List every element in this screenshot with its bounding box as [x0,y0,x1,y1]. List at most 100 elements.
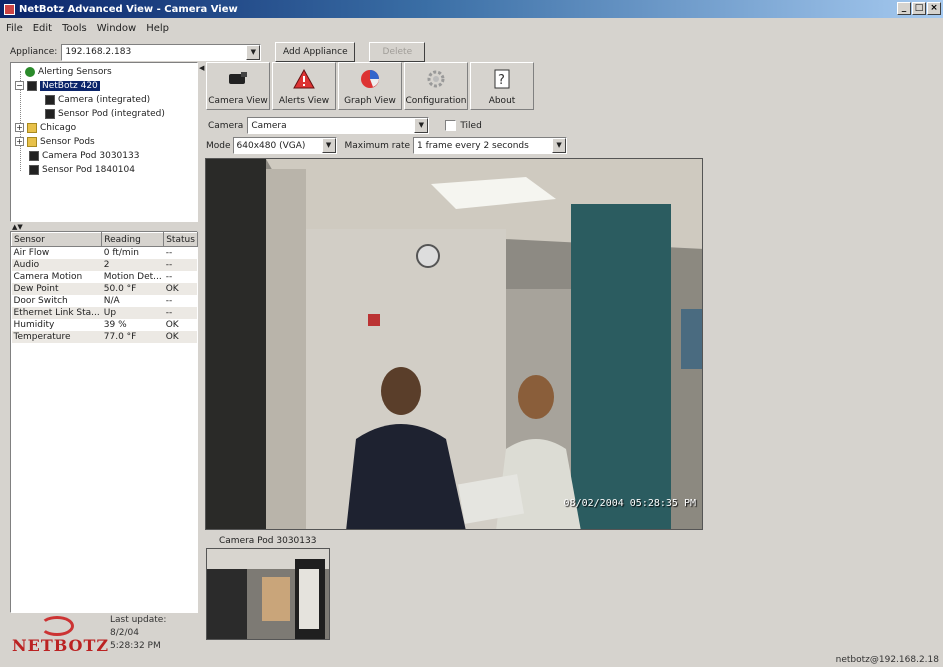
netbotz-logo: NETBOTZ [12,636,110,655]
svg-text:?: ? [498,73,505,88]
chevron-down-icon[interactable]: ▼ [321,138,336,153]
last-update: Last update: 8/2/04 5:28:32 PM [110,614,166,653]
tree-item-sensor-pods[interactable]: + Sensor Pods [15,135,95,148]
collapse-panel-icon[interactable]: ◀ [199,64,204,72]
delete-appliance-button[interactable]: Delete [369,42,426,62]
camera-label: Camera [208,120,244,131]
app-icon [4,3,15,15]
sensor-reading: N/A [103,295,120,306]
sensor-reading: 2 [101,258,164,271]
sensor-reading: Up [101,306,164,319]
tree-item-alerting[interactable]: Alerting Sensors [25,65,112,78]
appliance-label: Appliance: [10,47,58,57]
mode-row: Mode 640x480 (VGA) ▼ Maximum rate 1 fram… [206,137,568,154]
table-row[interactable]: Door Switch N/A -- [12,295,198,307]
office-scene-image [206,159,702,529]
camera-view-label: Camera View [208,96,268,106]
sensor-name: Air Flow [13,247,50,258]
alert-triangle-icon [293,68,315,90]
alerts-view-label: Alerts View [278,96,330,106]
table-row[interactable]: Ethernet Link Sta... Up -- [11,306,198,319]
configuration-button[interactable]: Configuration [404,62,468,110]
tree-item-sensor-pod[interactable]: Sensor Pod 1840104 [29,163,135,176]
tree-item-camera-pod[interactable]: Camera Pod 3030133 [29,149,139,162]
last-update-label: Last update: [110,615,167,625]
title-bar: NetBotz Advanced View - Camera View _ □ … [0,0,943,18]
column-header-reading[interactable]: Reading [101,232,165,247]
netbotz-logo-icon [40,616,74,636]
menu-help[interactable]: Help [146,23,169,34]
sensor-name: Camera Motion [13,271,83,282]
sensor-reading: 0 ft/min [103,247,139,258]
configuration-label: Configuration [405,96,467,106]
appliance-value: 192.168.2.183 [65,47,132,57]
alerts-view-button[interactable]: Alerts View [272,62,336,110]
camera-pod-image [207,549,329,639]
window-title: NetBotz Advanced View - Camera View [19,3,238,15]
camera-pod-thumbnail[interactable] [206,548,330,640]
sensor-status: OK [165,319,179,330]
mode-select[interactable]: 640x480 (VGA) ▼ [232,137,337,154]
table-row[interactable]: Humidity 39 % OK [12,319,198,331]
add-appliance-button[interactable]: Add Appliance [275,42,356,62]
table-row[interactable]: Air Flow 0 ft/min -- [12,247,198,259]
device-icon [27,80,37,91]
alert-sensor-icon [25,66,35,77]
sensor-status: -- [163,306,198,319]
splitter-arrows-icon[interactable]: ▲▼ [12,223,23,231]
camera-image[interactable]: 08/02/2004 05:28:35 PM [205,158,703,530]
appliance-tree: Alerting Sensors − NetBotz 420 Camera (i… [10,62,198,222]
folder-icon [27,136,37,147]
sensor-name: Humidity [13,319,55,330]
appliance-select[interactable]: 192.168.2.183 ▼ [61,43,262,61]
camera-selector-row: Camera Camera ▼ Tiled [208,117,482,134]
table-row[interactable]: Camera Motion Motion Det... -- [12,271,198,283]
menu-bar: File Edit Tools Window Help [0,19,943,37]
about-label: About [488,96,516,106]
tiled-checkbox[interactable] [445,120,457,131]
chevron-down-icon[interactable]: ▼ [552,138,567,153]
gear-icon [425,68,447,90]
tree-item-camera-integrated[interactable]: Camera (integrated) [45,93,150,106]
menu-window[interactable]: Window [97,23,136,34]
menu-tools[interactable]: Tools [62,23,87,34]
max-rate-value: 1 frame every 2 seconds [417,140,529,151]
maximize-button[interactable]: □ [912,2,926,15]
expand-icon[interactable]: + [15,123,24,132]
window-controls: _ □ × [897,2,941,15]
camera-view-button[interactable]: Camera View [206,62,270,110]
minimize-button[interactable]: _ [897,2,911,15]
graph-view-button[interactable]: Graph View [338,62,402,110]
pie-chart-icon [359,68,381,90]
menu-file[interactable]: File [6,23,23,34]
table-row[interactable]: Temperature 77.0 °F OK [11,330,198,343]
column-header-status[interactable]: Status [163,232,198,247]
sensor-table: Sensor Reading Status Air Flow 0 ft/min … [10,231,198,613]
chevron-down-icon[interactable]: ▼ [246,44,261,60]
chevron-down-icon[interactable]: ▼ [414,118,429,133]
camera-select[interactable]: Camera ▼ [247,117,430,134]
tree-item-sensor-pod-integrated[interactable]: Sensor Pod (integrated) [45,107,165,120]
mode-label: Mode [206,140,231,151]
sensor-pod-icon [29,164,39,175]
sensor-reading: 77.0 °F [101,330,164,343]
sensor-name: Ethernet Link Sta... [11,306,102,319]
sensor-status: -- [165,271,173,282]
tree-item-chicago[interactable]: + Chicago [15,121,76,134]
sensor-status: OK [163,282,198,295]
max-rate-select[interactable]: 1 frame every 2 seconds ▼ [413,137,568,154]
sensor-name: Audio [11,258,102,271]
close-button[interactable]: × [927,2,941,15]
menu-edit[interactable]: Edit [33,23,52,34]
table-row[interactable]: Dew Point 50.0 °F OK [11,282,198,295]
sensor-table-header: Sensor Reading Status [10,232,198,247]
last-update-date: 8/2/04 [110,628,139,638]
about-button[interactable]: ? About [470,62,534,110]
tiled-label: Tiled [460,120,482,131]
expand-icon[interactable]: + [15,137,24,146]
collapse-icon[interactable]: − [15,81,24,90]
sensor-name: Dew Point [11,282,102,295]
table-row[interactable]: Audio 2 -- [11,258,198,271]
column-header-sensor[interactable]: Sensor [10,232,103,247]
tree-item-netbotz[interactable]: − NetBotz 420 [15,79,100,92]
